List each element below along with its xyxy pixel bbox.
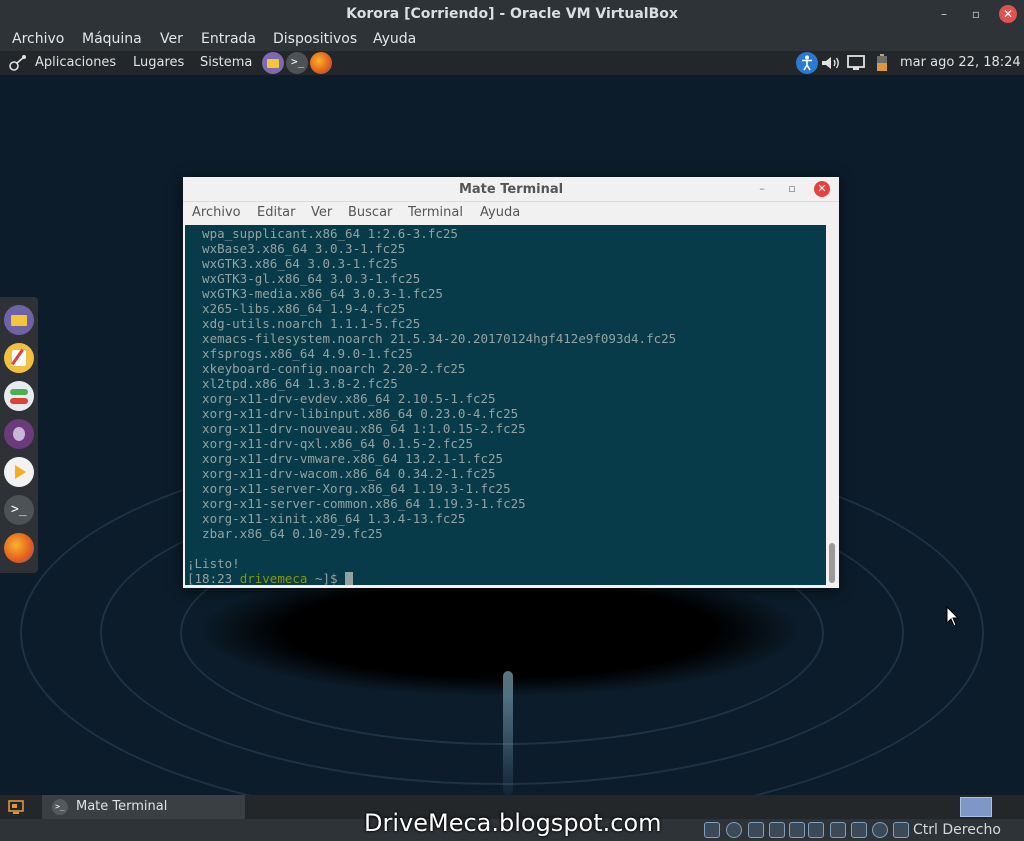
menu-ayuda[interactable]: Ayuda (373, 31, 416, 47)
hard-disk-status-icon[interactable] (704, 822, 720, 838)
terminal-line: xorg-x11-drv-evdev.x86_64 2.10.5-1.fc25 (187, 391, 496, 406)
battery-icon[interactable] (876, 54, 888, 72)
virtualbox-titlebar: Korora [Corriendo] - Oracle VM VirtualBo… (0, 0, 1024, 28)
text-editor-dock-icon[interactable] (4, 343, 34, 373)
terminal-line: xorg-x11-drv-vmware.x86_64 13.2.1-1.fc25 (187, 451, 504, 466)
terminal-title: Mate Terminal (458, 182, 564, 197)
terminal-line: xl2tpd.x86_64 1.3.8-2.fc25 (187, 376, 398, 391)
terminal-line: x265-libs.x86_64 1.9-4.fc25 (187, 301, 406, 316)
minimize-button[interactable]: – (935, 5, 953, 23)
terminal-menu-editar[interactable]: Editar (257, 205, 296, 220)
menu-ver[interactable]: Ver (160, 31, 183, 47)
host-key-label[interactable]: Ctrl Derecho (913, 822, 1001, 838)
volume-icon[interactable] (821, 56, 841, 70)
terminal-line: zbar.x86_64 0.10-29.fc25 (187, 526, 383, 541)
menu-dispositivos[interactable]: Dispositivos (273, 31, 357, 47)
terminal-scrollbar-thumb[interactable] (829, 543, 835, 583)
text-cursor (345, 572, 354, 585)
menu-entrada[interactable]: Entrada (201, 31, 256, 47)
network-icon[interactable] (847, 55, 865, 71)
firefox-dock-icon[interactable] (4, 533, 34, 563)
terminal-line: wxGTK3.x86_64 3.0.3-1.fc25 (187, 256, 398, 271)
workspace-switcher[interactable] (960, 797, 992, 817)
terminal-line: xdg-utils.noarch 1.1.1-5.fc25 (187, 316, 421, 331)
prompt-path: ~]$ (307, 571, 346, 585)
terminal-menu-terminal[interactable]: Terminal (408, 205, 463, 220)
audio-status-icon[interactable] (748, 822, 764, 838)
terminal-menu-ayuda[interactable]: Ayuda (480, 205, 520, 220)
terminal-line: xorg-x11-drv-nouveau.x86_64 1:1.0.15-2.f… (187, 421, 526, 436)
media-player-dock-icon[interactable] (4, 457, 34, 487)
prompt-open: [18:23 (187, 571, 240, 585)
water-drop-stream (503, 671, 513, 795)
terminal-scrollbar[interactable] (826, 225, 838, 585)
optical-drive-status-icon[interactable] (726, 822, 742, 838)
terminal-line: wxGTK3-gl.x86_64 3.0.3-1.fc25 (187, 271, 421, 286)
menu-aplicaciones[interactable]: Aplicaciones (35, 55, 116, 70)
menu-lugares[interactable]: Lugares (133, 55, 184, 70)
taskbar-item-terminal[interactable]: >_ Mate Terminal (42, 795, 245, 821)
terminal-line: xorg-x11-server-Xorg.x86_64 1.19.3-1.fc2… (187, 481, 511, 496)
terminal-line: xorg-x11-drv-qxl.x86_64 0.1.5-2.fc25 (187, 436, 473, 451)
panel-clock[interactable]: mar ago 22, 18:24 (900, 55, 1021, 70)
guest-desktop: Aplicaciones Lugares Sistema >_ mar ago … (0, 51, 1024, 795)
network-status-icon[interactable] (769, 822, 785, 838)
file-manager-launcher-icon[interactable] (262, 52, 284, 74)
terminal-menu-buscar[interactable]: Buscar (348, 205, 392, 220)
menu-sistema[interactable]: Sistema (200, 55, 252, 70)
virtualbox-menubar: Archivo Máquina Ver Entrada Dispositivos… (0, 28, 1024, 51)
terminal-line: xemacs-filesystem.noarch 21.5.34-20.2017… (187, 331, 677, 346)
terminal-output[interactable]: wpa_supplicant.x86_64 1:2.6-3.fc25 wxBas… (185, 225, 826, 585)
terminal-task-icon: >_ (52, 799, 68, 815)
display-status-icon[interactable] (808, 822, 824, 838)
terminal-line: wxBase3.x86_64 3.0.3-1.fc25 (187, 241, 406, 256)
terminal-menubar: Archivo Editar Ver Buscar Terminal Ayuda (183, 202, 839, 224)
firefox-launcher-icon[interactable] (310, 52, 332, 74)
terminal-window[interactable]: Mate Terminal – ▫ ✕ Archivo Editar Ver B… (183, 177, 839, 588)
taskbar-item-label: Mate Terminal (76, 799, 168, 814)
terminal-line: xorg-x11-drv-wacom.x86_64 0.34.2-1.fc25 (187, 466, 496, 481)
terminal-dock-icon[interactable]: >_ (4, 495, 34, 525)
terminal-titlebar[interactable]: Mate Terminal – ▫ ✕ (183, 177, 839, 202)
terminal-launcher-icon[interactable]: >_ (286, 52, 308, 74)
terminal-minimize-button[interactable]: – (755, 182, 769, 196)
terminal-line: wpa_supplicant.x86_64 1:2.6-3.fc25 (187, 226, 458, 241)
terminal-line: xorg-x11-server-common.x86_64 1.19.3-1.f… (187, 496, 526, 511)
video-capture-status-icon[interactable] (830, 822, 846, 838)
mouse-pointer-icon (946, 606, 960, 627)
terminal-line: xorg-x11-drv-libinput.x86_64 0.23.0-4.fc… (187, 406, 519, 421)
close-button[interactable]: ✕ (999, 5, 1017, 23)
terminal-menu-ver[interactable]: Ver (311, 205, 332, 220)
show-desktop-icon[interactable] (8, 799, 24, 815)
menu-maquina[interactable]: Máquina (82, 31, 142, 47)
left-dock: >_ (0, 297, 38, 573)
menu-archivo[interactable]: Archivo (12, 31, 64, 47)
maximize-button[interactable]: ▫ (967, 5, 985, 23)
usb-status-icon[interactable] (851, 822, 867, 838)
blog-watermark: DriveMeca.blogspot.com (364, 809, 662, 837)
terminal-line: ¡Listo! (187, 556, 240, 571)
window-title: Korora [Corriendo] - Oracle VM VirtualBo… (346, 6, 678, 22)
main-menu-icon[interactable] (8, 54, 28, 72)
prompt-user: drivemeca (239, 571, 308, 585)
virtualization-status-icon[interactable] (872, 822, 888, 838)
terminal-line: xkeyboard-config.noarch 2.20-2.fc25 (187, 361, 466, 376)
terminal-maximize-button[interactable]: ▫ (785, 182, 799, 196)
settings-toggle-dock-icon[interactable] (4, 381, 34, 411)
terminal-menu-archivo[interactable]: Archivo (192, 205, 241, 220)
mouse-integration-status-icon[interactable] (893, 822, 909, 838)
pidgin-dock-icon[interactable] (4, 419, 34, 449)
terminal-line: xorg-x11-xinit.x86_64 1.3.4-13.fc25 (187, 511, 466, 526)
terminal-prompt[interactable]: [18:23 drivemeca ~]$ (187, 571, 354, 585)
mate-top-panel: Aplicaciones Lugares Sistema >_ mar ago … (0, 51, 1024, 75)
files-dock-icon[interactable] (4, 305, 34, 335)
terminal-close-button[interactable]: ✕ (814, 181, 830, 197)
terminal-line: wxGTK3-media.x86_64 3.0.3-1.fc25 (187, 286, 443, 301)
shared-folders-status-icon[interactable] (789, 822, 805, 838)
accessibility-icon[interactable] (796, 52, 818, 74)
terminal-line: xfsprogs.x86_64 4.9.0-1.fc25 (187, 346, 413, 361)
